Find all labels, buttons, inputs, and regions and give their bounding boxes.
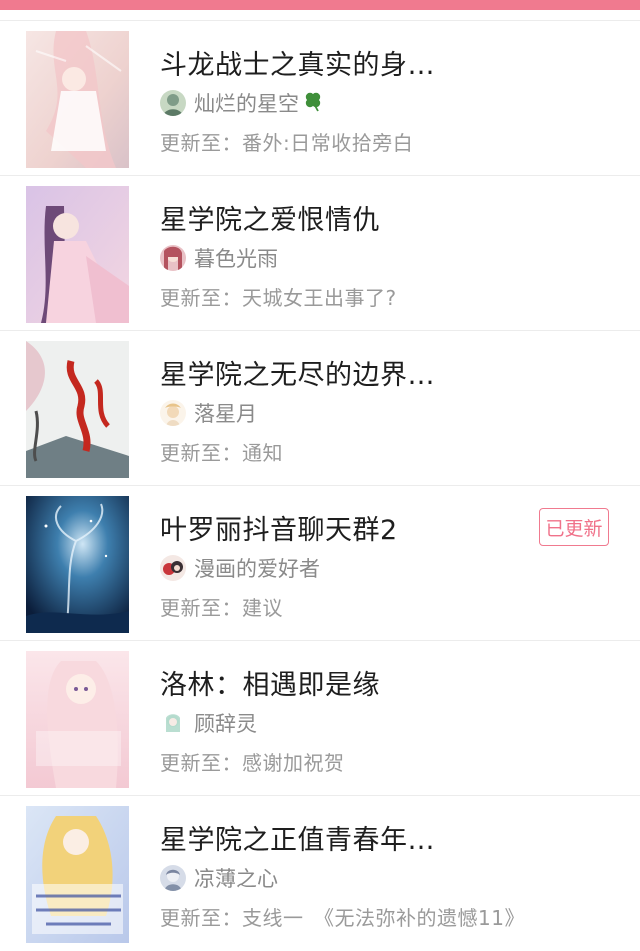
latest-chapter: 更新至：感谢加祝贺 [160, 751, 345, 775]
latest-chapter: 更新至：通知 [160, 441, 283, 465]
latest-chapter: 更新至：番外:日常收拾旁白 [160, 131, 414, 155]
clover-icon [302, 90, 324, 116]
book-title[interactable]: 星学院之无尽的边界… [160, 353, 435, 392]
author-name: 凉薄之心 [194, 867, 278, 891]
book-title[interactable]: 星学院之正值青春年… [160, 818, 435, 857]
author-name: 暮色光雨 [194, 247, 278, 271]
top-accent-bar [0, 0, 640, 10]
author-avatar [160, 245, 186, 271]
author-avatar [160, 865, 186, 891]
latest-chapter: 更新至：建议 [160, 596, 283, 620]
author-avatar [160, 400, 186, 426]
book-title[interactable]: 洛林：相遇即是缘 [160, 663, 380, 702]
updated-badge: 已更新 [539, 508, 609, 546]
author-avatar [160, 555, 186, 581]
book-title[interactable]: 叶罗丽抖音聊天群2 [160, 508, 398, 547]
book-cover[interactable] [26, 31, 129, 168]
book-author[interactable]: 暮色光雨 [160, 244, 278, 272]
book-author[interactable]: 落星月 [160, 399, 257, 427]
book-list-item[interactable]: 洛林：相遇即是缘 顾辞灵 更新至：感谢加祝贺 [0, 641, 640, 796]
book-author[interactable]: 凉薄之心 [160, 864, 278, 892]
book-cover[interactable] [26, 806, 129, 943]
book-list-item[interactable]: 叶罗丽抖音聊天群2 已更新 漫画的爱好者 更新至：建议 [0, 486, 640, 641]
author-name: 漫画的爱好者 [194, 557, 320, 581]
author-avatar [160, 710, 186, 736]
book-list-item[interactable]: 星学院之爱恨情仇 暮色光雨 更新至：天城女王出事了? [0, 176, 640, 331]
book-author[interactable]: 灿烂的星空 [160, 89, 324, 117]
book-list: 斗龙战士之真实的身… 灿烂的星空 更新至：番外:日常收拾旁白 星学院之爱恨情仇 … [0, 20, 640, 951]
book-list-item[interactable]: 斗龙战士之真实的身… 灿烂的星空 更新至：番外:日常收拾旁白 [0, 21, 640, 176]
book-title[interactable]: 星学院之爱恨情仇 [160, 198, 380, 237]
book-cover[interactable] [26, 496, 129, 633]
book-author[interactable]: 漫画的爱好者 [160, 554, 320, 582]
latest-chapter: 更新至：天城女王出事了? [160, 286, 397, 310]
book-cover[interactable] [26, 186, 129, 323]
author-name: 落星月 [194, 402, 257, 426]
book-author[interactable]: 顾辞灵 [160, 709, 257, 737]
author-name: 顾辞灵 [194, 712, 257, 736]
author-avatar [160, 90, 186, 116]
latest-chapter: 更新至：支线一 《无法弥补的遗憾11》 [160, 906, 525, 930]
book-list-item[interactable]: 星学院之正值青春年… 凉薄之心 更新至：支线一 《无法弥补的遗憾11》 [0, 796, 640, 951]
book-cover[interactable] [26, 651, 129, 788]
book-list-item[interactable]: 星学院之无尽的边界… 落星月 更新至：通知 [0, 331, 640, 486]
book-cover[interactable] [26, 341, 129, 478]
book-title[interactable]: 斗龙战士之真实的身… [160, 43, 435, 82]
author-name: 灿烂的星空 [194, 92, 299, 116]
